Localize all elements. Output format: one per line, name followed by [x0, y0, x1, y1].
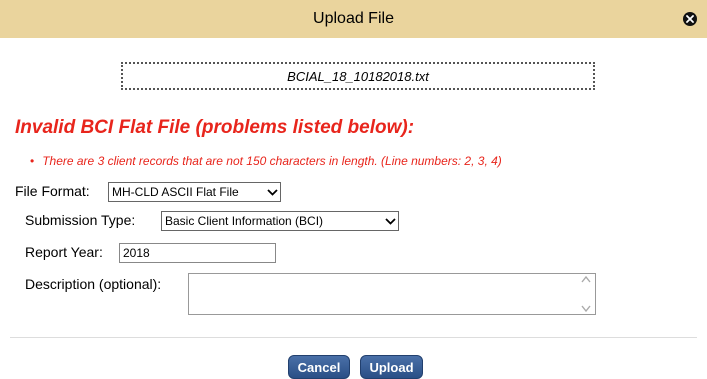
- description-textarea[interactable]: [188, 273, 596, 315]
- report-year-label: Report Year:: [25, 244, 103, 260]
- chevron-down-icon: [382, 217, 398, 225]
- report-year-input[interactable]: 2018: [119, 243, 276, 263]
- submission-type-label: Submission Type:: [25, 212, 136, 228]
- scroll-up-icon[interactable]: [581, 276, 591, 283]
- error-list: • There are 3 client records that are not…: [30, 154, 502, 168]
- dialog-title: Upload File: [313, 10, 394, 27]
- bullet-icon: •: [30, 154, 35, 168]
- chevron-down-icon: [264, 188, 280, 196]
- file-format-label: File Format:: [15, 183, 90, 199]
- file-format-select[interactable]: MH-CLD ASCII Flat File: [108, 182, 281, 202]
- error-title: Invalid BCI Flat File (problems listed b…: [15, 117, 415, 138]
- scroll-down-icon[interactable]: [581, 305, 591, 312]
- dialog-titlebar: Upload File: [0, 0, 707, 38]
- upload-button[interactable]: Upload: [360, 355, 423, 379]
- close-x-glyph: [686, 15, 694, 23]
- textarea-scrollbar[interactable]: [579, 276, 593, 312]
- report-year-value: 2018: [123, 246, 150, 260]
- footer-divider: [10, 337, 697, 338]
- submission-type-value: Basic Client Information (BCI): [165, 214, 324, 228]
- error-item: There are 3 client records that are not …: [42, 154, 502, 168]
- close-icon[interactable]: [683, 12, 697, 26]
- file-name: BCIAL_18_10182018.txt: [287, 68, 429, 84]
- selected-file-box[interactable]: BCIAL_18_10182018.txt: [121, 62, 595, 90]
- description-label: Description (optional):: [25, 276, 162, 292]
- submission-type-select[interactable]: Basic Client Information (BCI): [161, 211, 399, 231]
- file-format-value: MH-CLD ASCII Flat File: [112, 185, 239, 199]
- cancel-button[interactable]: Cancel: [288, 355, 350, 379]
